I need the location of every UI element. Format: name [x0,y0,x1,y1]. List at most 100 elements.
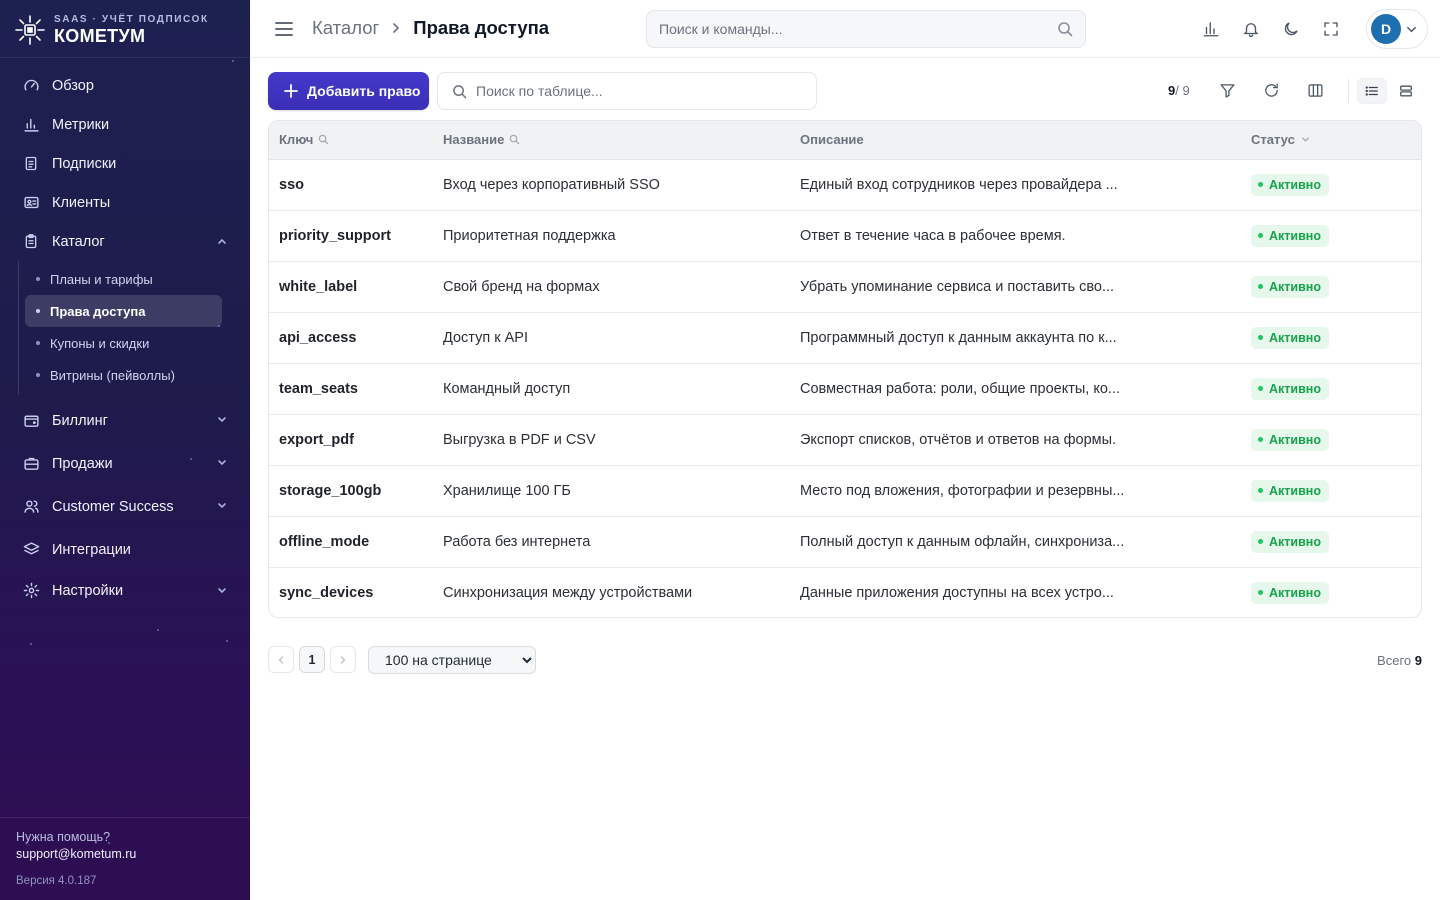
sidebar-item-subscriptions[interactable]: Подписки [0,144,250,183]
status-dot [1258,386,1263,391]
column-header-description: Описание [790,121,1241,160]
cell-status: Активно [1241,209,1421,261]
sidebar-subitem-plans[interactable]: Планы и тарифы [25,263,222,295]
moon-icon[interactable] [1280,18,1302,40]
status-dot [1258,182,1263,187]
sidebar-item-settings[interactable]: Настройки [0,571,250,610]
filter-icon[interactable] [1217,80,1237,100]
density-view-icon[interactable] [1391,78,1421,104]
status-label: Активно [1269,228,1321,243]
cell-description: Совместная работа: роли, общие проекты, … [790,362,1241,414]
cell-description: Данные приложения доступны на всех устро… [790,566,1241,617]
sidebar-subitem-coupons[interactable]: Купоны и скидки [25,327,222,359]
cell-name: Хранилище 100 ГБ [433,464,790,516]
global-search [646,10,1086,48]
table-row[interactable]: api_access Доступ к API Программный дост… [269,311,1421,363]
per-page-select[interactable]: 10 на странице 25 на странице 50 на стра… [368,646,536,674]
column-header-label: Статус [1251,132,1295,148]
prev-page-button[interactable] [268,646,294,673]
cell-status: Активно [1241,362,1421,414]
row-count: 9/ 9 [1168,83,1190,98]
sidebar-item-customer-success[interactable]: Customer Success [0,485,250,528]
sidebar-item-catalog[interactable]: Каталог [0,222,250,261]
status-dot [1258,437,1263,442]
analytics-icon[interactable] [1200,18,1222,40]
sidebar-item-billing[interactable]: Биллинг [0,399,250,442]
table-row[interactable]: export_pdf Выгрузка в PDF и CSV Экспорт … [269,413,1421,465]
cell-status: Активно [1241,311,1421,363]
column-header-name[interactable]: Название [433,121,790,160]
columns-icon[interactable] [1305,80,1325,100]
gear-icon [22,582,40,600]
chevron-right-icon [389,21,403,35]
user-menu[interactable]: D [1366,9,1428,49]
table-row[interactable]: sync_devices Синхронизация между устройс… [269,566,1421,617]
refresh-icon[interactable] [1261,80,1281,100]
sidebar-subitem-access-rights[interactable]: Права доступа [25,295,222,327]
sidebar-item-label: Настройки [52,582,124,599]
cell-name: Командный доступ [433,362,790,414]
support-email-link[interactable]: support@kometum.ru [16,847,234,861]
sidebar-star-decoration [226,640,228,642]
sidebar-item-metrics[interactable]: Метрики [0,105,250,144]
status-dot [1258,539,1263,544]
column-search-icon[interactable] [318,134,329,145]
sidebar-item-clients[interactable]: Клиенты [0,183,250,222]
comet-logo-icon [15,15,45,45]
global-search-input[interactable] [647,11,1085,47]
cell-description: Экспорт списков, отчётов и ответов на фо… [790,413,1241,465]
chevron-up-icon [218,238,226,244]
brand-subtitle: SAAS · УЧЁТ ПОДПИСОК [54,13,209,25]
chevron-left-icon [278,655,284,664]
briefcase-icon [22,455,40,473]
page-number-button[interactable]: 1 [299,646,325,673]
sidebar-subitem-paywalls[interactable]: Витрины (пейволлы) [25,359,222,391]
status-badge: Активно [1251,377,1329,400]
chevron-down-icon[interactable] [1300,134,1311,145]
fullscreen-icon[interactable] [1320,18,1342,40]
sidebar-item-sales[interactable]: Продажи [0,442,250,485]
status-badge: Активно [1251,479,1329,502]
cell-key: sync_devices [269,566,433,617]
status-label: Активно [1269,279,1321,294]
table-row[interactable]: storage_100gb Хранилище 100 ГБ Место под… [269,464,1421,516]
chevron-down-icon [218,460,226,466]
bell-icon[interactable] [1240,18,1262,40]
status-label: Активно [1269,585,1321,600]
menu-toggle-icon[interactable] [274,19,294,39]
table-row[interactable]: sso Вход через корпоративный SSO Единый … [269,159,1421,210]
breadcrumb-parent-link[interactable]: Каталог [312,17,379,39]
cell-status: Активно [1241,413,1421,465]
add-right-button[interactable]: Добавить право [268,72,429,110]
sidebar-item-integrations[interactable]: Интеграции [0,528,250,571]
column-header-key[interactable]: Ключ [269,121,433,160]
sidebar-item-overview[interactable]: Обзор [0,66,250,105]
table-row[interactable]: priority_support Приоритетная поддержка … [269,209,1421,261]
cell-description: Ответ в течение часа в рабочее время. [790,209,1241,261]
status-label: Активно [1269,483,1321,498]
next-page-button[interactable] [330,646,356,673]
toolbar-divider [1348,79,1349,103]
cell-description: Единый вход сотрудников через провайдера… [800,176,1118,193]
chevron-down-icon [218,588,226,594]
column-search-icon[interactable] [509,134,520,145]
cell-name: Синхронизация между устройствами [433,566,790,617]
table-row[interactable]: team_seats Командный доступ Совместная р… [269,362,1421,414]
chevron-right-icon [340,655,346,664]
layers-icon [22,541,40,559]
sidebar: SAAS · УЧЁТ ПОДПИСОК КОМЕТУМ Обзор Метри… [0,0,250,900]
table-row[interactable]: offline_mode Работа без интернета Полный… [269,515,1421,567]
sidebar-item-label: Продажи [52,455,113,472]
cell-status: Активно [1241,515,1421,567]
table-search-input[interactable] [438,73,816,109]
status-dot [1258,233,1263,238]
cell-name: Работа без интернета [433,515,790,567]
list-view-icon[interactable] [1357,78,1387,104]
status-label: Активно [1269,381,1321,396]
column-header-status[interactable]: Статус [1241,121,1421,160]
table-row[interactable]: white_label Свой бренд на формах Убрать … [269,260,1421,312]
brand[interactable]: SAAS · УЧЁТ ПОДПИСОК КОМЕТУМ [14,12,209,48]
top-header: Каталог Права доступа D [250,0,1440,58]
cell-key: team_seats [269,362,433,414]
breadcrumb: Каталог Права доступа [312,17,549,39]
